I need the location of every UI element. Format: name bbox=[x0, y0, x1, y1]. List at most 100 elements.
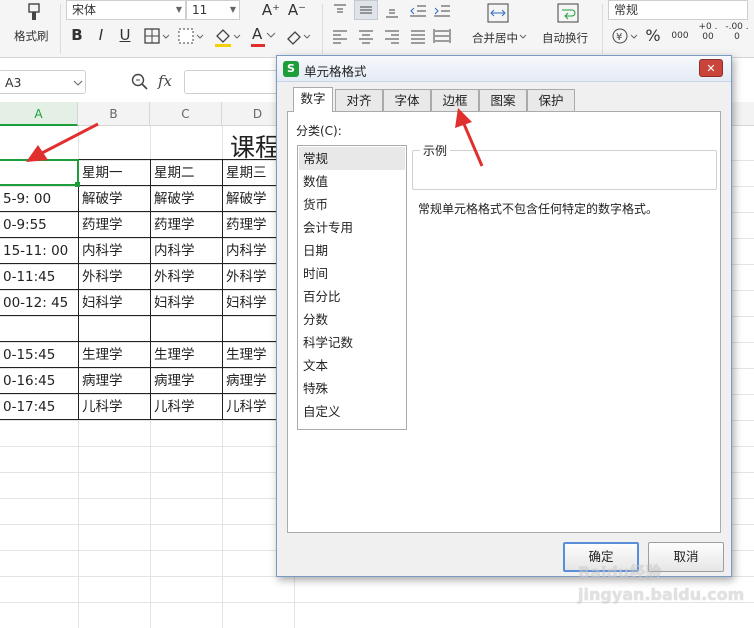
table-row: 0-9:55 药理学 药理学 药理学 bbox=[0, 212, 294, 238]
list-item[interactable]: 常规 bbox=[299, 147, 405, 170]
table-cell[interactable]: 0-11:45 bbox=[0, 264, 77, 290]
bold-button[interactable]: B bbox=[66, 25, 88, 45]
list-item[interactable]: 分数 bbox=[299, 308, 405, 331]
list-item[interactable]: 货币 bbox=[299, 193, 405, 216]
table-cell[interactable]: 儿科学 bbox=[223, 394, 276, 420]
table-cell[interactable]: 0-16:45 bbox=[0, 368, 77, 394]
category-label: 分类(C): bbox=[296, 124, 342, 138]
formula-input[interactable] bbox=[184, 70, 280, 94]
table-cell[interactable]: 外科学 bbox=[79, 264, 149, 290]
fill-color-button[interactable] bbox=[212, 26, 242, 48]
align-middle-button[interactable] bbox=[354, 0, 378, 20]
distributed-button[interactable] bbox=[432, 27, 452, 45]
table-cell[interactable]: 15-11: 00 bbox=[0, 238, 77, 264]
column-header-c[interactable]: C bbox=[150, 102, 222, 126]
table-cell[interactable] bbox=[151, 316, 221, 342]
table-cell[interactable]: 病理学 bbox=[151, 368, 221, 394]
list-item[interactable]: 会计专用 bbox=[299, 216, 405, 239]
tab-number[interactable]: 数字 bbox=[293, 87, 333, 112]
table-cell[interactable]: 生理学 bbox=[79, 342, 149, 368]
align-bottom-button[interactable] bbox=[382, 2, 402, 20]
shrink-font-button[interactable]: A⁻ bbox=[284, 0, 310, 20]
table-cell[interactable]: 妇科学 bbox=[151, 290, 221, 316]
table-cell[interactable]: 病理学 bbox=[79, 368, 149, 394]
table-cell[interactable]: 解破学 bbox=[79, 186, 149, 212]
table-cell[interactable]: 0-9:55 bbox=[0, 212, 77, 238]
table-cell[interactable]: 外科学 bbox=[223, 264, 276, 290]
table-cell[interactable]: 星期三 bbox=[223, 160, 276, 186]
table-cell[interactable]: 外科学 bbox=[151, 264, 221, 290]
table-cell[interactable]: 解破学 bbox=[223, 186, 276, 212]
insert-function-button[interactable]: fx bbox=[158, 72, 172, 90]
format-painter-button[interactable]: 格式刷 bbox=[4, 0, 56, 50]
align-left-button[interactable] bbox=[330, 27, 350, 45]
borders-button[interactable] bbox=[142, 26, 172, 46]
table-cell[interactable]: 儿科学 bbox=[151, 394, 221, 420]
table-cell[interactable]: 内科学 bbox=[79, 238, 149, 264]
table-cell[interactable]: 0-17:45 bbox=[0, 394, 77, 420]
table-row: 15-11: 00 内科学 内科学 内科学 bbox=[0, 238, 294, 264]
name-box[interactable]: A3 bbox=[0, 70, 86, 94]
table-cell[interactable]: 儿科学 bbox=[79, 394, 149, 420]
table-cell[interactable]: 病理学 bbox=[223, 368, 276, 394]
tab-protection[interactable]: 保护 bbox=[527, 89, 575, 111]
table-cell[interactable] bbox=[223, 316, 276, 342]
table-cell[interactable]: 星期二 bbox=[151, 160, 221, 186]
indent-decrease-button[interactable] bbox=[408, 2, 428, 20]
clear-format-button[interactable] bbox=[284, 26, 314, 46]
table-cell[interactable] bbox=[0, 316, 77, 342]
thousands-button[interactable]: 000 bbox=[668, 26, 692, 46]
tab-font[interactable]: 字体 bbox=[383, 89, 431, 111]
italic-button[interactable]: I bbox=[90, 25, 112, 45]
font-size-select[interactable]: 11 ▼ bbox=[186, 0, 240, 20]
font-name-select[interactable]: 宋体 ▼ bbox=[66, 0, 186, 20]
list-item[interactable]: 时间 bbox=[299, 262, 405, 285]
table-cell[interactable]: 解破学 bbox=[151, 186, 221, 212]
increase-decimal-button[interactable]: +0 .00 bbox=[696, 22, 720, 42]
currency-button[interactable]: ¥ bbox=[610, 26, 640, 46]
list-item[interactable]: 百分比 bbox=[299, 285, 405, 308]
table-cell[interactable]: 内科学 bbox=[223, 238, 276, 264]
table-row bbox=[0, 316, 294, 342]
list-item[interactable]: 日期 bbox=[299, 239, 405, 262]
zoom-formula-button[interactable] bbox=[130, 72, 150, 92]
percent-button[interactable]: % bbox=[642, 26, 664, 46]
number-format-select[interactable]: 常规 bbox=[608, 0, 748, 20]
category-list[interactable]: 常规 数值 货币 会计专用 日期 时间 百分比 分数 科学记数 文本 特殊 自定… bbox=[297, 145, 407, 430]
list-item[interactable]: 自定义 bbox=[299, 400, 405, 423]
merge-center-button[interactable]: 合并居中 bbox=[466, 0, 528, 50]
grow-font-button[interactable]: A⁺ bbox=[258, 0, 284, 20]
table-cell[interactable]: 药理学 bbox=[223, 212, 276, 238]
tab-alignment[interactable]: 对齐 bbox=[335, 89, 383, 111]
underline-button[interactable]: U bbox=[114, 25, 136, 45]
align-right-button[interactable] bbox=[382, 27, 402, 45]
list-item[interactable]: 特殊 bbox=[299, 377, 405, 400]
table-cell[interactable]: 妇科学 bbox=[79, 290, 149, 316]
table-cell[interactable]: 药理学 bbox=[151, 212, 221, 238]
table-cell[interactable]: 5-9: 00 bbox=[0, 186, 77, 212]
table-cell[interactable]: 内科学 bbox=[151, 238, 221, 264]
list-item[interactable]: 数值 bbox=[299, 170, 405, 193]
wrap-text-button[interactable]: 自动换行 bbox=[538, 0, 598, 50]
cell-style-button[interactable] bbox=[176, 26, 206, 46]
align-center-button[interactable] bbox=[356, 27, 376, 45]
table-cell[interactable]: 00-12: 45 bbox=[0, 290, 77, 316]
indent-increase-button[interactable] bbox=[432, 2, 452, 20]
decrease-decimal-button[interactable]: -.00 .0 bbox=[724, 22, 750, 42]
list-item[interactable]: 文本 bbox=[299, 354, 405, 377]
ribbon-toolbar: 格式刷 宋体 ▼ 11 ▼ A⁺ A⁻ B I U A 合并居中 自动换行 常规… bbox=[0, 0, 754, 58]
table-cell[interactable] bbox=[79, 316, 149, 342]
font-color-button[interactable]: A bbox=[248, 25, 278, 49]
justify-button[interactable] bbox=[408, 27, 428, 45]
align-top-button[interactable] bbox=[330, 2, 350, 20]
table-row: 0-15:45 生理学 生理学 生理学 bbox=[0, 342, 294, 368]
justify-icon bbox=[411, 30, 425, 44]
table-cell[interactable]: 生理学 bbox=[151, 342, 221, 368]
table-cell[interactable]: 生理学 bbox=[223, 342, 276, 368]
table-cell[interactable]: 药理学 bbox=[79, 212, 149, 238]
table-cell[interactable]: 妇科学 bbox=[223, 290, 276, 316]
dialog-title-bar[interactable]: S 单元格格式 ✕ bbox=[277, 56, 731, 82]
table-cell[interactable]: 0-15:45 bbox=[0, 342, 77, 368]
list-item[interactable]: 科学记数 bbox=[299, 331, 405, 354]
close-button[interactable]: ✕ bbox=[699, 59, 723, 77]
